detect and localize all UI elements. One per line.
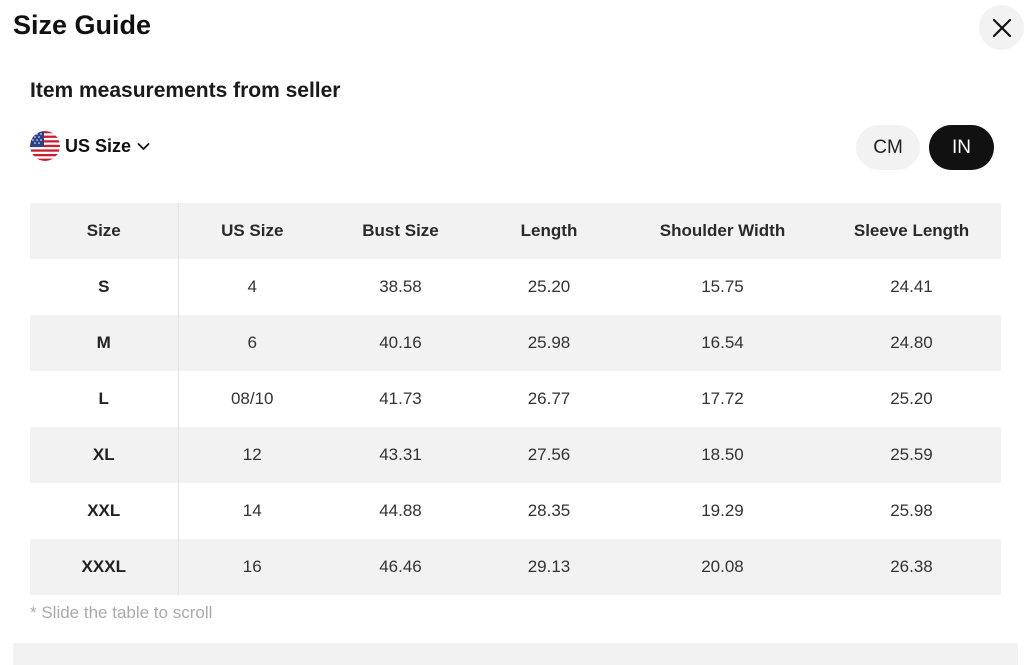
measurements-subtitle: Item measurements from seller <box>30 79 341 102</box>
size-cell: XXL <box>30 483 179 539</box>
table-row: XXXL 16 46.46 29.13 20.08 26.38 <box>30 539 1001 595</box>
table-row: XXL 14 44.88 28.35 19.29 25.98 <box>30 483 1001 539</box>
table-cell: 38.58 <box>379 277 422 296</box>
table-cell: 25.20 <box>527 277 571 296</box>
table-cell: 18.50 <box>701 445 744 464</box>
table-cell: 16 <box>242 557 262 576</box>
table-cell: 4 <box>247 277 257 296</box>
chevron-down-icon <box>137 142 150 150</box>
table-cell: 14 <box>242 501 262 520</box>
table-cell: 41.73 <box>379 389 422 408</box>
column-header: Bust Size <box>362 221 439 240</box>
table-cell: 24.80 <box>890 333 933 352</box>
size-cell: L <box>30 371 179 427</box>
size-cell: M <box>30 315 179 371</box>
close-button[interactable] <box>979 5 1024 50</box>
unit-cm-button[interactable]: CM <box>856 125 920 170</box>
table-cell: 19.29 <box>701 501 744 520</box>
table-cell: 08/10 <box>230 389 274 408</box>
size-system-label: US Size <box>65 135 132 156</box>
size-guide-modal: Size Guide Item measurements from seller <box>0 0 1024 665</box>
bottom-section-divider <box>13 643 1018 665</box>
us-flag-icon <box>30 131 60 161</box>
column-header: Length <box>520 221 578 240</box>
table-cell: 6 <box>247 333 257 352</box>
table-header-row: Size US Size Bust Size Length Shoulder W… <box>30 203 1001 259</box>
table-cell: 25.59 <box>890 445 933 464</box>
column-header: Sleeve Length <box>853 221 970 240</box>
table-cell: 25.98 <box>890 501 933 520</box>
table-cell: 25.98 <box>527 333 571 352</box>
table-row: L 08/10 41.73 26.77 17.72 25.20 <box>30 371 1001 427</box>
table-cell: 15.75 <box>701 277 744 296</box>
table-cell: 44.88 <box>379 501 422 520</box>
column-header: Size <box>30 203 179 259</box>
table-cell: 26.77 <box>527 389 571 408</box>
size-cell: XL <box>30 427 179 483</box>
size-table: Size US Size Bust Size Length Shoulder W… <box>30 203 1001 595</box>
modal-title: Size Guide <box>13 10 152 40</box>
table-row: M 6 40.16 25.98 16.54 24.80 <box>30 315 1001 371</box>
table-cell: 26.38 <box>890 557 933 576</box>
column-header: Shoulder Width <box>659 221 786 240</box>
close-icon <box>992 18 1011 37</box>
size-cell: S <box>30 259 179 315</box>
unit-toggle: CM IN <box>856 125 994 170</box>
table-cell: 24.41 <box>890 277 933 296</box>
table-cell: 20.08 <box>701 557 744 576</box>
scroll-hint: * Slide the table to scroll <box>30 603 213 622</box>
table-cell: 40.16 <box>379 333 422 352</box>
table-cell: 27.56 <box>527 445 571 464</box>
table-row: S 4 38.58 25.20 15.75 24.41 <box>30 259 1001 315</box>
column-header: US Size <box>221 221 284 240</box>
table-cell: 29.13 <box>527 557 571 576</box>
table-cell: 12 <box>242 445 262 464</box>
table-cell: 28.35 <box>527 501 571 520</box>
unit-in-button[interactable]: IN <box>929 125 994 170</box>
table-row: XL 12 43.31 27.56 18.50 25.59 <box>30 427 1001 483</box>
size-cell: XXXL <box>30 539 179 595</box>
size-table-container[interactable]: Size US Size Bust Size Length Shoulder W… <box>30 203 1001 595</box>
table-cell: 43.31 <box>379 445 422 464</box>
table-cell: 17.72 <box>701 389 744 408</box>
table-cell: 16.54 <box>701 333 744 352</box>
table-cell: 46.46 <box>379 557 422 576</box>
size-system-dropdown[interactable]: US Size <box>30 130 150 162</box>
table-cell: 25.20 <box>890 389 933 408</box>
